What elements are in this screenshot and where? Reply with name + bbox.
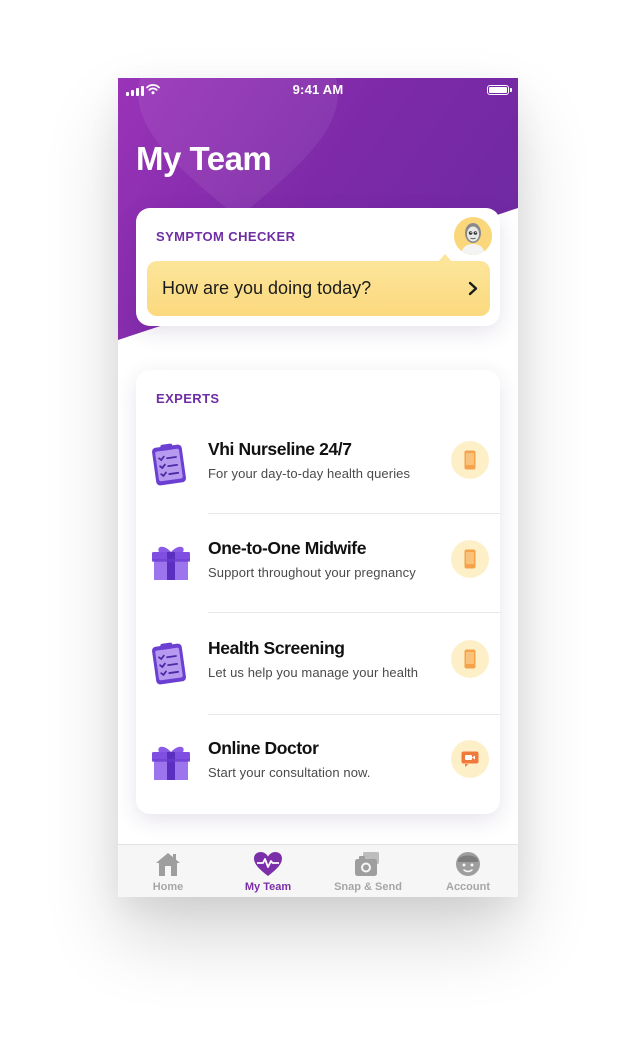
tab-snap-send[interactable]: Snap & Send — [318, 845, 418, 897]
row-divider — [208, 714, 500, 715]
row-divider — [208, 513, 500, 514]
call-button[interactable] — [451, 640, 489, 678]
chevron-right-icon — [468, 281, 478, 296]
home-icon — [156, 853, 180, 876]
expert-subtitle: Let us help you manage your health — [208, 665, 419, 680]
expert-title: Vhi Nurseline 24/7 — [208, 439, 352, 459]
call-button[interactable] — [451, 540, 489, 578]
expert-row-online-doctor[interactable]: Online Doctor Start your consultation no… — [136, 716, 500, 816]
tab-bar: Home My Team Snap & Send Account — [118, 844, 518, 897]
expert-title: One-to-One Midwife — [208, 538, 367, 558]
phone-icon — [464, 649, 476, 669]
page-title: My Team — [136, 140, 272, 177]
expert-title: Online Doctor — [208, 738, 319, 758]
expert-row-health-screening[interactable]: Health Screening Let us help you manage … — [136, 616, 500, 716]
phone-screen: 9:41 AM My Team SYMPTOM CHECKER How are … — [118, 78, 518, 897]
tab-home[interactable]: Home — [118, 845, 218, 897]
tab-label: My Team — [244, 881, 292, 893]
expert-row-nurseline[interactable]: Vhi Nurseline 24/7 For your day-to-day h… — [136, 417, 500, 517]
tab-my-team[interactable]: My Team — [218, 845, 318, 897]
gift-icon — [152, 546, 190, 580]
expert-subtitle: For your day-to-day health queries — [208, 466, 411, 481]
experts-label: EXPERTS — [156, 391, 220, 406]
tab-label: Account — [446, 881, 490, 893]
experts-card: EXPERTS Vhi Nurseline 24/7 For your day-… — [136, 370, 500, 814]
expert-row-midwife[interactable]: One-to-One Midwife Support throughout yo… — [136, 516, 500, 616]
doctor-avatar-icon — [454, 217, 492, 255]
camera-icon — [355, 852, 379, 876]
clipboard-icon — [152, 642, 186, 685]
symptom-checker-label: SYMPTOM CHECKER — [156, 229, 296, 244]
prompt-text: How are you doing today? — [162, 278, 372, 298]
account-icon — [456, 852, 480, 876]
phone-icon — [464, 549, 476, 569]
expert-title: Health Screening — [208, 638, 345, 658]
status-bar: 9:41 AM — [118, 78, 518, 100]
gift-icon — [152, 746, 190, 780]
heart-pulse-icon — [254, 852, 282, 876]
call-button[interactable] — [451, 441, 489, 479]
symptom-checker-card: SYMPTOM CHECKER How are you doing today? — [136, 208, 500, 326]
row-divider — [208, 612, 500, 613]
tab-account[interactable]: Account — [418, 845, 518, 897]
tab-label: Home — [152, 881, 184, 893]
tab-label: Snap & Send — [334, 881, 402, 893]
bubble-tail — [438, 254, 452, 262]
battery-icon — [487, 85, 512, 95]
video-call-icon — [461, 751, 479, 767]
phone-icon — [464, 450, 476, 470]
clipboard-icon — [152, 443, 186, 486]
status-time: 9:41 AM — [292, 82, 344, 97]
video-call-button[interactable] — [451, 740, 489, 778]
symptom-checker-prompt[interactable]: How are you doing today? — [147, 254, 490, 316]
expert-subtitle: Support throughout your pregnancy — [208, 565, 416, 580]
expert-subtitle: Start your consultation now. — [208, 765, 371, 780]
assistant-avatar[interactable] — [454, 217, 492, 255]
